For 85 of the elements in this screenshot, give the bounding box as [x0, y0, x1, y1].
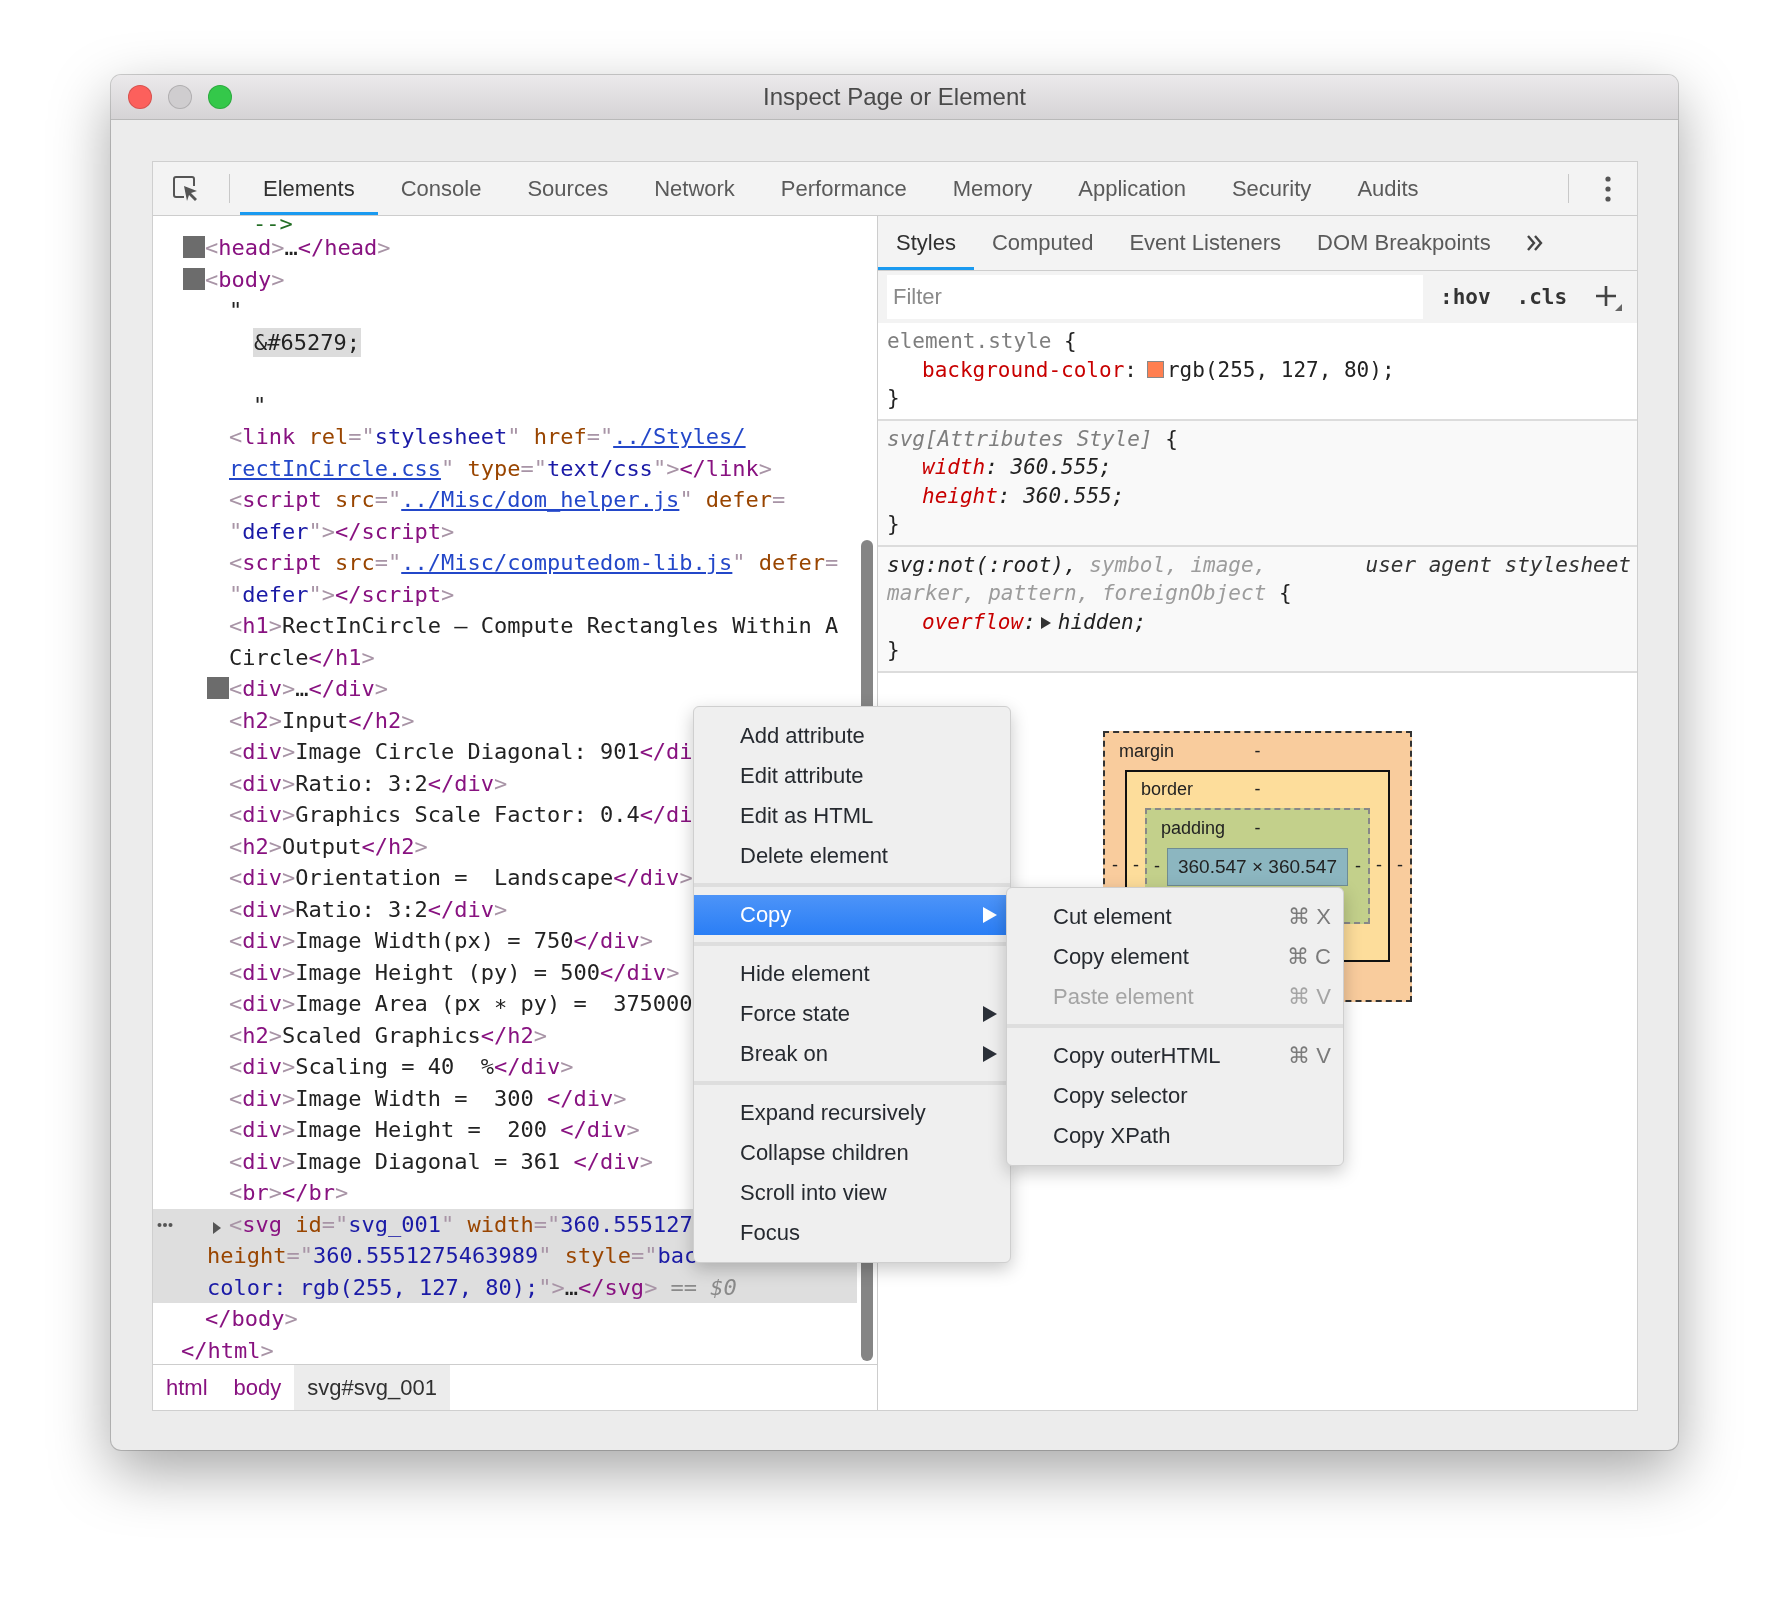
panel-tab[interactable]: Network: [631, 162, 758, 215]
css-selector: element.style {: [887, 328, 1077, 355]
css-selector: svg[Attributes Style] {: [887, 425, 1178, 453]
panel-tab[interactable]: Elements: [240, 162, 378, 215]
shortcut-hint: ⌘ X: [1288, 904, 1331, 930]
css-property[interactable]: height: 360.555;: [887, 481, 1631, 510]
box-value: -: [1254, 779, 1261, 800]
menu-item[interactable]: Copy selector: [1007, 1076, 1343, 1116]
closing-brace: }: [887, 511, 901, 538]
css-selector: marker, pattern, foreignObject {: [887, 580, 1292, 607]
closing-brace: }: [887, 385, 901, 412]
code-line[interactable]: <head>…</head>: [153, 232, 857, 264]
file-link[interactable]: ../Misc/dom_helper.js: [401, 487, 680, 512]
code-line[interactable]: <body>: [153, 263, 857, 295]
breadcrumb[interactable]: body: [220, 1365, 295, 1410]
window-title: Inspect Page or Element: [763, 83, 1026, 111]
menu-item[interactable]: Add attribute: [694, 716, 1010, 756]
css-property[interactable]: background-color: rgb(255, 127, 80);: [887, 355, 1631, 384]
css-selector: svg:not(:root), symbol, image,: [887, 551, 1267, 579]
sidebar-tab[interactable]: DOM Breakpoints: [1299, 216, 1509, 270]
panel-tab[interactable]: Sources: [504, 162, 632, 215]
box-value: -: [1355, 856, 1361, 877]
box-value: -: [1254, 740, 1261, 762]
sidebar-tab[interactable]: Computed: [973, 216, 1112, 270]
menu-item[interactable]: Copy element ⌘ C: [1007, 937, 1343, 977]
panel-tab[interactable]: Security: [1208, 162, 1335, 215]
box-label: padding: [1160, 818, 1226, 839]
menu-item[interactable]: Delete element: [694, 836, 1010, 876]
panel-tab[interactable]: Memory: [929, 162, 1056, 215]
panel-tab[interactable]: Audits: [1334, 162, 1442, 215]
panel-tab[interactable]: Application: [1055, 162, 1209, 215]
css-property[interactable]: width: 360.555;: [887, 453, 1631, 482]
ellipsis-icon[interactable]: [157, 1221, 173, 1228]
expand-triangle-icon[interactable]: [1039, 615, 1052, 630]
code-line[interactable]: <h1>RectInCircle – Compute Rectangles Within A Circle</h1>: [153, 610, 857, 673]
closing-brace: }: [887, 637, 901, 664]
code-line[interactable]: <script src="../Misc/computedom-lib.js" defer= "defer"></script>: [153, 547, 857, 610]
code-line[interactable]: <script src="../Misc/dom_helper.js" defer= "defer"></script>: [153, 484, 857, 547]
hover-state-toggle[interactable]: :hov: [1431, 285, 1500, 309]
css-property[interactable]: overflow: hidden;: [887, 607, 1631, 636]
submenu-arrow-icon: [982, 1005, 998, 1023]
box-value: -: [1112, 855, 1118, 876]
code-line[interactable]: -->: [153, 216, 857, 232]
menu-item[interactable]: Edit as HTML: [694, 796, 1010, 836]
close-icon[interactable]: [128, 85, 152, 109]
menu-item[interactable]: Expand recursively: [694, 1093, 1010, 1133]
code-line[interactable]: </html>: [153, 1334, 857, 1364]
sidebar-tab[interactable]: Event Listeners: [1111, 216, 1300, 270]
code-line[interactable]: <link rel="stylesheet" href="../Styles/ rectInCircle.css" type="text/css"></link>: [153, 421, 857, 484]
code-line[interactable]: </body>: [153, 1303, 857, 1335]
menu-item[interactable]: Copy XPath: [1007, 1116, 1343, 1156]
code-line[interactable]: <div>…</div>: [153, 673, 857, 705]
box-value: -: [1154, 856, 1160, 877]
box-value: -: [1254, 818, 1261, 839]
panel-tab[interactable]: Console: [377, 162, 505, 215]
file-link[interactable]: ../Misc/computedom-lib.js: [401, 550, 733, 575]
menu-item[interactable]: Collapse children: [694, 1133, 1010, 1173]
breadcrumb[interactable]: html: [153, 1365, 221, 1410]
file-link[interactable]: ../Styles/: [613, 424, 746, 449]
box-label: margin: [1118, 740, 1175, 762]
color-swatch[interactable]: [1146, 360, 1164, 378]
menu-item[interactable]: Hide element: [694, 954, 1010, 994]
menu-item[interactable]: Copy outerHTML ⌘ V: [1007, 1036, 1343, 1076]
shortcut-hint: ⌘ C: [1287, 944, 1331, 970]
box-label: border: [1140, 779, 1194, 800]
panel-tab[interactable]: Performance: [757, 162, 930, 215]
content-box: 360.547 × 360.547: [1167, 847, 1348, 886]
filter-field[interactable]: Filter: [887, 275, 1423, 319]
submenu-arrow-icon: [982, 906, 998, 924]
menu-item[interactable]: Cut element ⌘ X: [1007, 897, 1343, 937]
box-value: -: [1376, 855, 1382, 876]
menu-item[interactable]: Force state: [694, 994, 1010, 1034]
square-icon[interactable]: [183, 267, 205, 290]
menu-item[interactable]: Break on: [694, 1034, 1010, 1074]
menu-item[interactable]: Edit attribute: [694, 756, 1010, 796]
class-toggle[interactable]: .cls: [1507, 285, 1577, 309]
box-value: -: [1133, 855, 1139, 876]
stylesheet-source[interactable]: user agent stylesheet: [1365, 550, 1631, 579]
submenu-arrow-icon: [982, 1045, 998, 1063]
code-line[interactable]: " &#65279; ": [153, 295, 857, 421]
file-link[interactable]: rectInCircle.css: [229, 455, 441, 481]
box-value: -: [1397, 855, 1403, 876]
shortcut-hint: ⌘ V: [1288, 1043, 1331, 1069]
shortcut-hint: ⌘ V: [1288, 984, 1331, 1010]
breadcrumb[interactable]: svg#svg_001: [294, 1365, 450, 1410]
